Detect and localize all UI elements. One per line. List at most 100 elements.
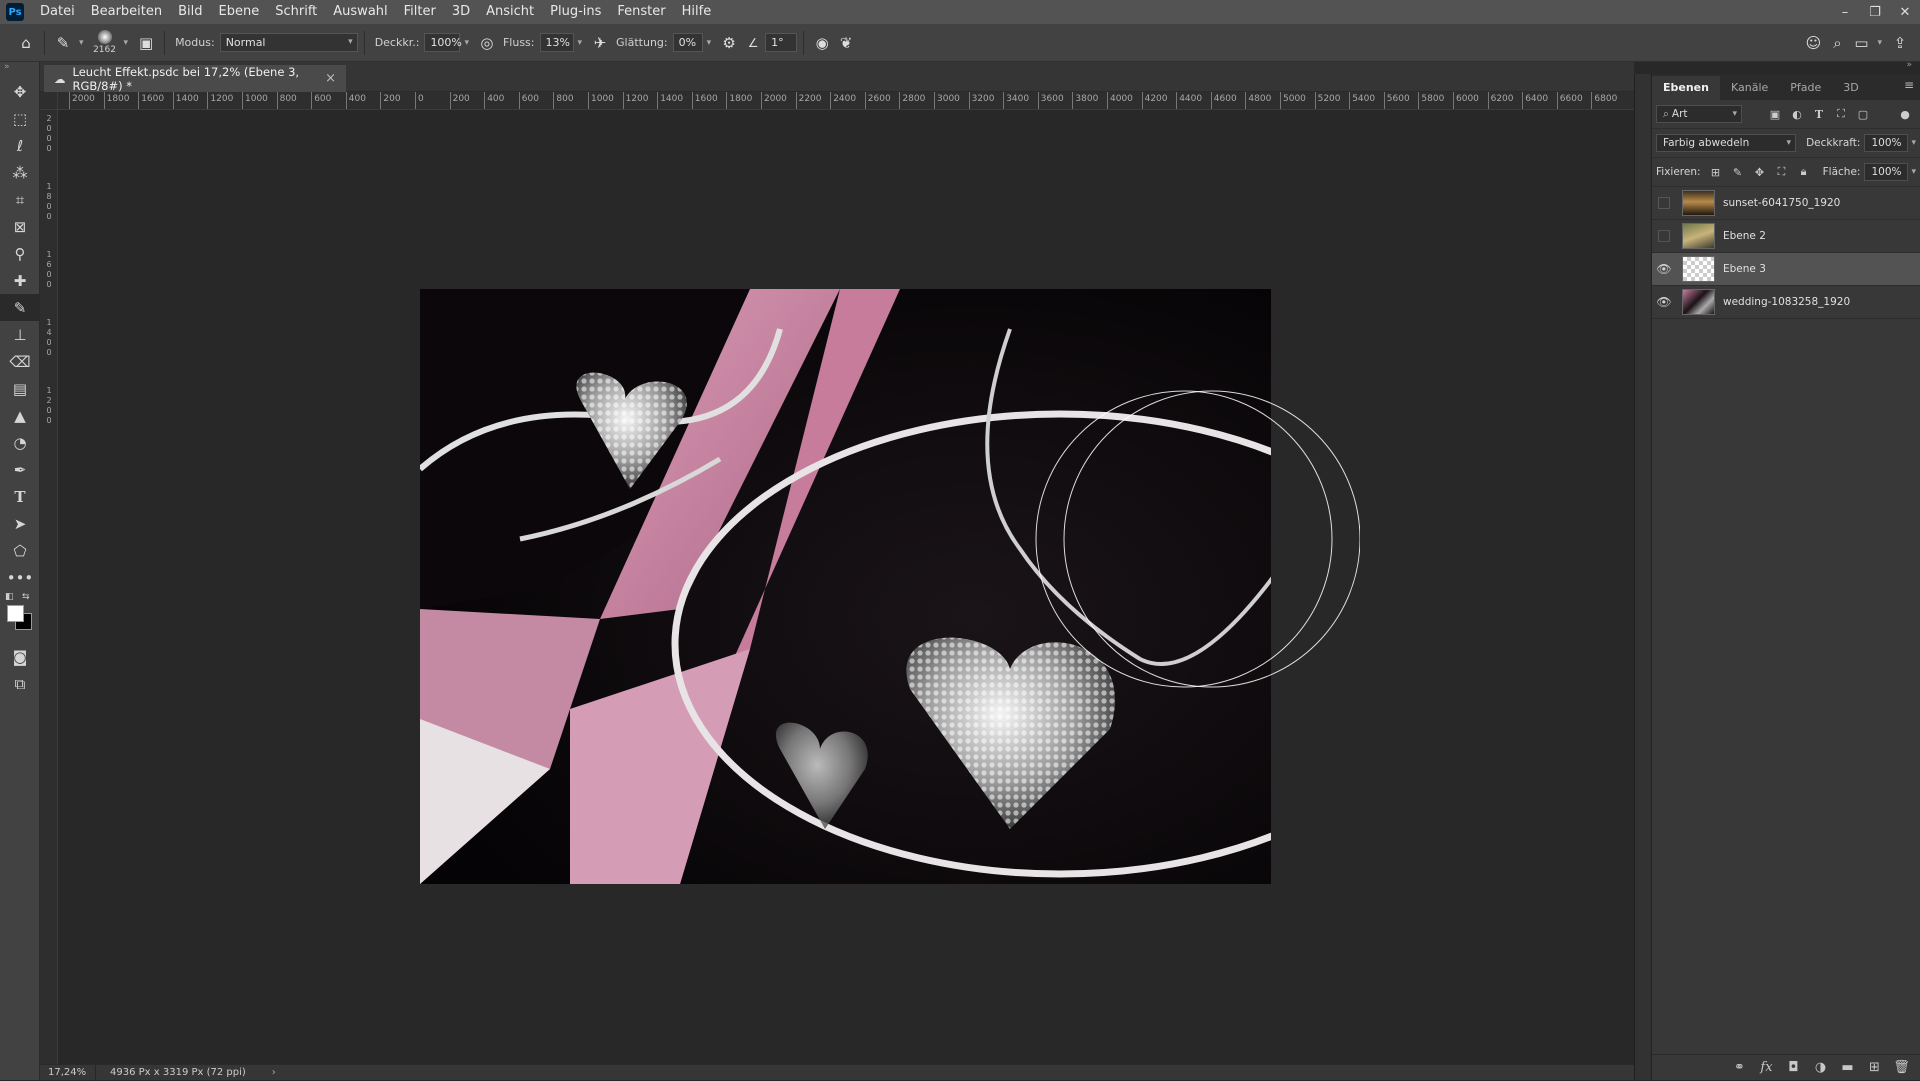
- collapse-panels-icon[interactable]: »: [1906, 60, 1912, 70]
- layer-visibility-toggle[interactable]: [1652, 220, 1676, 253]
- tab-kanaele[interactable]: Kanäle: [1720, 76, 1779, 100]
- menu-filter[interactable]: Filter: [396, 0, 444, 24]
- shape-tool-icon[interactable]: ⬠: [0, 537, 40, 564]
- restore-button[interactable]: ❐: [1860, 0, 1890, 24]
- canvas-area[interactable]: [58, 110, 1634, 1064]
- chevron-down-icon[interactable]: ▾: [1911, 138, 1916, 148]
- new-group-icon[interactable]: ▬: [1834, 1060, 1861, 1075]
- airbrush-icon[interactable]: ✈: [588, 31, 612, 55]
- chevron-down-icon[interactable]: ▾: [578, 38, 583, 48]
- tab-ebenen[interactable]: Ebenen: [1652, 76, 1720, 100]
- swap-colors-icon[interactable]: ⇆: [22, 592, 30, 602]
- gradient-tool-icon[interactable]: ▤: [0, 375, 40, 402]
- tab-3d[interactable]: 3D: [1832, 76, 1869, 100]
- magic-wand-tool-icon[interactable]: ⁂: [0, 159, 40, 186]
- learn-icon[interactable]: ☺: [1801, 31, 1825, 55]
- healing-brush-tool-icon[interactable]: ✚: [0, 267, 40, 294]
- filter-smart-object-icon[interactable]: ▢: [1852, 108, 1874, 121]
- brush-tool-preset-icon[interactable]: ✎: [51, 31, 75, 55]
- type-tool-icon[interactable]: T: [0, 483, 40, 510]
- blur-tool-icon[interactable]: ▲: [0, 402, 40, 429]
- move-tool-icon[interactable]: ✥: [0, 78, 40, 105]
- adjustment-layer-icon[interactable]: ◑: [1807, 1060, 1834, 1075]
- marquee-tool-icon[interactable]: ⬚: [0, 105, 40, 132]
- chevron-down-icon[interactable]: ▾: [707, 38, 712, 48]
- eraser-tool-icon[interactable]: ⌫: [0, 348, 40, 375]
- minimize-button[interactable]: –: [1830, 0, 1860, 24]
- layer-style-fx-icon[interactable]: fx: [1753, 1060, 1780, 1075]
- chevron-down-icon[interactable]: ▾: [124, 38, 129, 48]
- quick-mask-icon[interactable]: ◙: [0, 643, 40, 670]
- layer-fill-input[interactable]: 100%: [1864, 163, 1909, 181]
- layer-opacity-input[interactable]: 100%: [1864, 134, 1909, 152]
- filter-type-icon[interactable]: T: [1808, 108, 1830, 121]
- layer-visibility-toggle[interactable]: 👁︎: [1652, 286, 1676, 319]
- blend-mode-select[interactable]: Farbig abwedeln ▾: [1656, 134, 1797, 152]
- document-tab[interactable]: ☁ Leucht Effekt.psdc bei 17,2% (Ebene 3,…: [44, 65, 346, 93]
- gear-icon[interactable]: ⚙: [717, 31, 741, 55]
- status-menu-arrow[interactable]: ›: [272, 1067, 276, 1078]
- lock-transparent-icon[interactable]: ⊞: [1705, 166, 1727, 179]
- new-layer-icon[interactable]: ⊞: [1861, 1060, 1888, 1075]
- menu-3d[interactable]: 3D: [444, 0, 478, 24]
- chevron-down-icon[interactable]: ▾: [464, 38, 469, 48]
- filter-toggle-icon[interactable]: ●: [1894, 108, 1916, 121]
- search-icon[interactable]: ⌕: [1825, 31, 1849, 55]
- menu-fenster[interactable]: Fenster: [609, 0, 673, 24]
- layer-row[interactable]: Ebene 2: [1652, 220, 1920, 253]
- menu-hilfe[interactable]: Hilfe: [674, 0, 720, 24]
- path-selection-tool-icon[interactable]: ➤: [0, 510, 40, 537]
- dodge-tool-icon[interactable]: ◔: [0, 429, 40, 456]
- menu-auswahl[interactable]: Auswahl: [325, 0, 395, 24]
- pressure-size-icon[interactable]: ◉: [810, 31, 834, 55]
- workspace-icon[interactable]: ▭: [1849, 31, 1873, 55]
- clone-stamp-tool-icon[interactable]: ⊥: [0, 321, 40, 348]
- brush-preset-picker[interactable]: 2162: [90, 30, 120, 55]
- layer-visibility-toggle[interactable]: 👁︎: [1652, 253, 1676, 286]
- layer-row[interactable]: 👁︎ Ebene 3: [1652, 253, 1920, 286]
- symmetry-butterfly-icon[interactable]: ❦: [834, 31, 858, 55]
- add-mask-icon[interactable]: ◘: [1780, 1060, 1807, 1075]
- close-button[interactable]: ✕: [1890, 0, 1920, 24]
- link-layers-icon[interactable]: ⚭: [1726, 1060, 1753, 1075]
- document-canvas[interactable]: [420, 289, 1271, 884]
- close-tab-icon[interactable]: ×: [325, 71, 336, 86]
- menu-bild[interactable]: Bild: [170, 0, 210, 24]
- collapse-toolbox-icon[interactable]: »: [0, 62, 39, 78]
- lock-image-icon[interactable]: ✎: [1727, 166, 1749, 179]
- opacity-input[interactable]: 100%: [424, 33, 462, 52]
- chevron-down-icon[interactable]: ▾: [1877, 38, 1882, 48]
- foreground-color-swatch[interactable]: [7, 605, 24, 622]
- pressure-opacity-icon[interactable]: ◎: [475, 31, 499, 55]
- default-colors-icon[interactable]: ◧: [5, 592, 14, 602]
- chevron-down-icon[interactable]: ▾: [1911, 167, 1916, 177]
- layer-row[interactable]: 👁︎ wedding-1083258_1920: [1652, 286, 1920, 319]
- menu-schrift[interactable]: Schrift: [267, 0, 325, 24]
- menu-ebene[interactable]: Ebene: [211, 0, 268, 24]
- mode-select[interactable]: Normal ▾: [219, 33, 358, 52]
- lock-artboard-icon[interactable]: ⛶: [1771, 165, 1793, 179]
- screen-mode-icon[interactable]: ⧉: [0, 670, 40, 697]
- filter-adjustment-icon[interactable]: ◐: [1786, 108, 1808, 121]
- angle-input[interactable]: 1°: [765, 33, 798, 52]
- filter-shape-icon[interactable]: ⛶: [1830, 107, 1852, 121]
- layer-filter-select[interactable]: ⌕ Art ▾: [1656, 105, 1742, 123]
- share-icon[interactable]: ⇪: [1888, 31, 1912, 55]
- lasso-tool-icon[interactable]: ℓ: [0, 132, 40, 159]
- menu-bearbeiten[interactable]: Bearbeiten: [83, 0, 170, 24]
- brush-settings-panel-icon[interactable]: ▣: [134, 31, 158, 55]
- delete-layer-icon[interactable]: 🗑︎: [1888, 1060, 1915, 1075]
- eyedropper-tool-icon[interactable]: ⚲: [0, 240, 40, 267]
- panel-menu-icon[interactable]: ≡: [1904, 78, 1914, 92]
- zoom-level[interactable]: 17,24%: [40, 1064, 96, 1081]
- chevron-down-icon[interactable]: ▾: [79, 38, 84, 48]
- lock-position-icon[interactable]: ✥: [1749, 166, 1771, 179]
- menu-plugins[interactable]: Plug-ins: [542, 0, 609, 24]
- pen-tool-icon[interactable]: ✒: [0, 456, 40, 483]
- menu-datei[interactable]: Datei: [32, 0, 83, 24]
- filter-pixel-icon[interactable]: ▣: [1764, 108, 1786, 121]
- smoothing-input[interactable]: 0%: [672, 33, 703, 52]
- more-tools-icon[interactable]: •••: [0, 564, 40, 591]
- layer-row[interactable]: sunset-6041750_1920: [1652, 187, 1920, 220]
- crop-tool-icon[interactable]: ⌗: [0, 186, 40, 213]
